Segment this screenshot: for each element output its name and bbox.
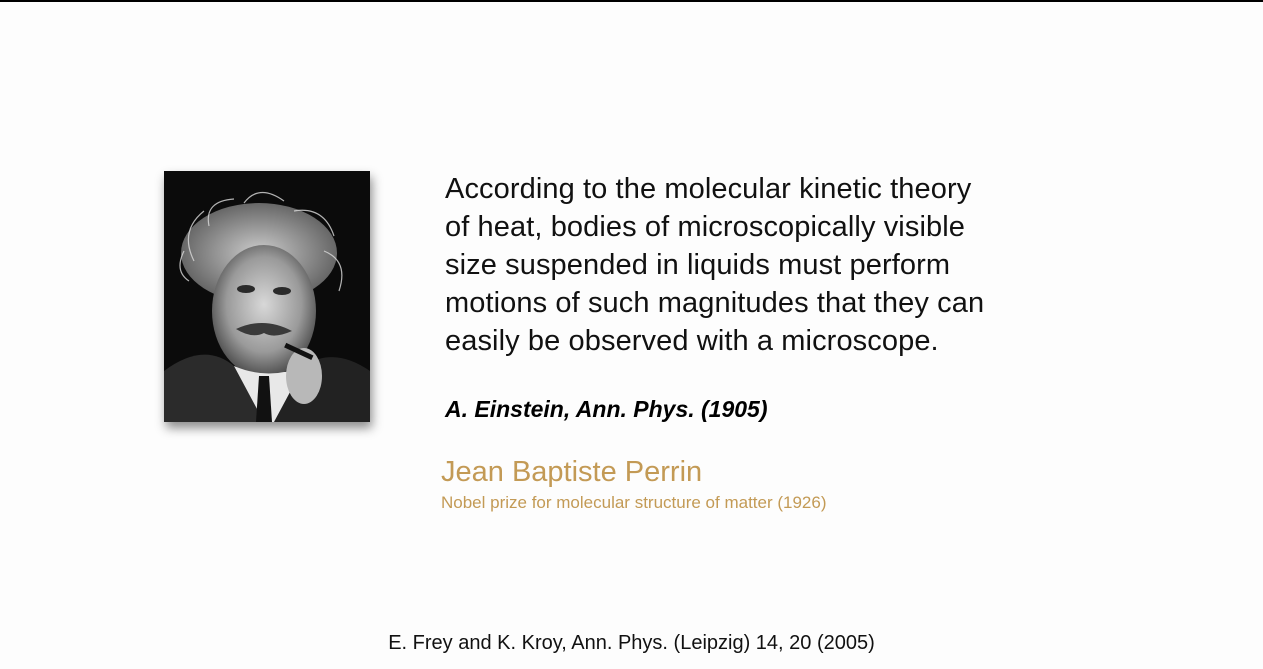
einstein-quote: According to the molecular kinetic theor… bbox=[445, 173, 985, 357]
quote-attribution: A. Einstein, Ann. Phys. (1905) bbox=[445, 396, 768, 422]
perrin-name: Jean Baptiste Perrin bbox=[441, 456, 703, 488]
top-border bbox=[0, 0, 1263, 2]
citation-reference: E. Frey and K. Kroy, Ann. Phys. (Leipzig… bbox=[388, 632, 875, 654]
perrin-nobel-note: Nobel prize for molecular structure of m… bbox=[441, 493, 827, 512]
portrait-photo bbox=[164, 171, 370, 422]
